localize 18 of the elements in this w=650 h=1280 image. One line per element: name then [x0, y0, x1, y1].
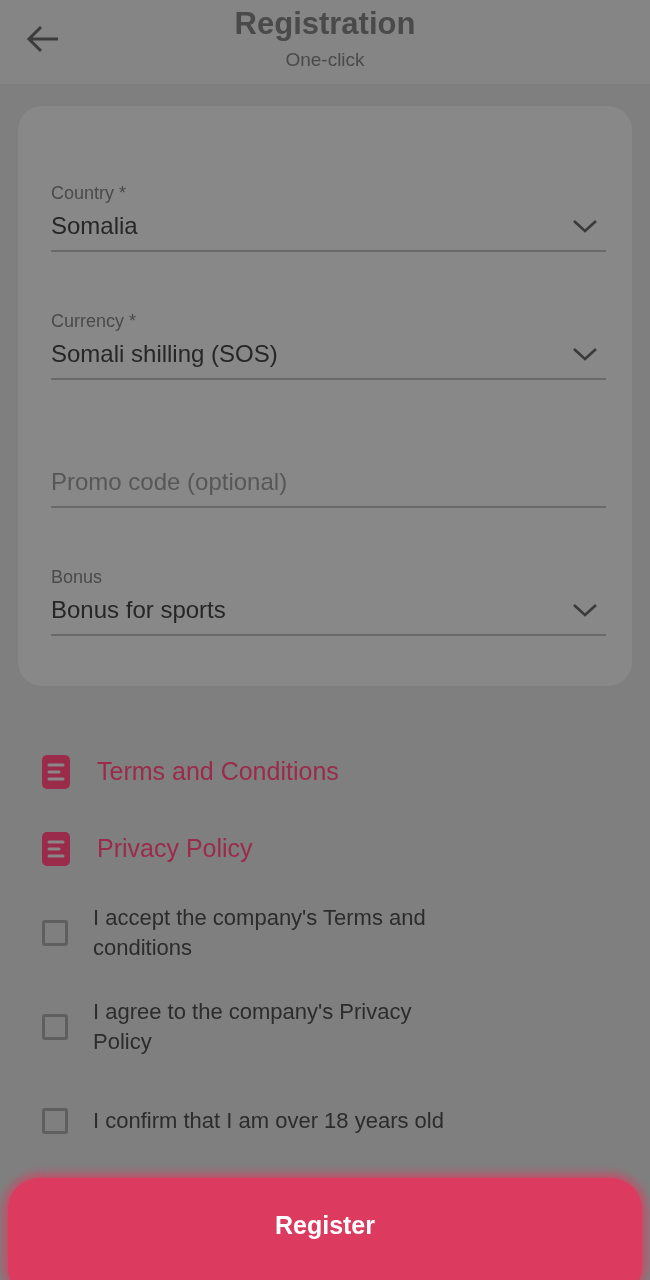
agreement-label: I agree to the company's Privacy Policy [93, 998, 413, 1056]
select-field[interactable]: Currency * Somali shilling (SOS) [51, 311, 606, 380]
document-icon [42, 754, 70, 789]
agreement-label: I confirm that I am over 18 years old [93, 1107, 444, 1135]
page-subtitle: One-click [285, 49, 365, 71]
document-icon [42, 831, 70, 866]
chevron-down-icon [572, 346, 598, 362]
chevron-down-icon [572, 602, 598, 618]
agreement-label: I accept the company's Terms and conditions [93, 904, 427, 962]
register-button[interactable]: Register [8, 1178, 642, 1280]
select-field[interactable]: Bonus Bonus for sports [51, 567, 606, 636]
back-arrow-icon[interactable] [26, 24, 60, 54]
page-title: Registration [234, 6, 416, 42]
checkbox[interactable] [42, 1014, 68, 1040]
chevron-down-icon [572, 218, 598, 234]
checkbox[interactable] [42, 1108, 68, 1134]
checkbox[interactable] [42, 920, 68, 946]
select-field[interactable]: Country * Somalia [51, 183, 606, 252]
